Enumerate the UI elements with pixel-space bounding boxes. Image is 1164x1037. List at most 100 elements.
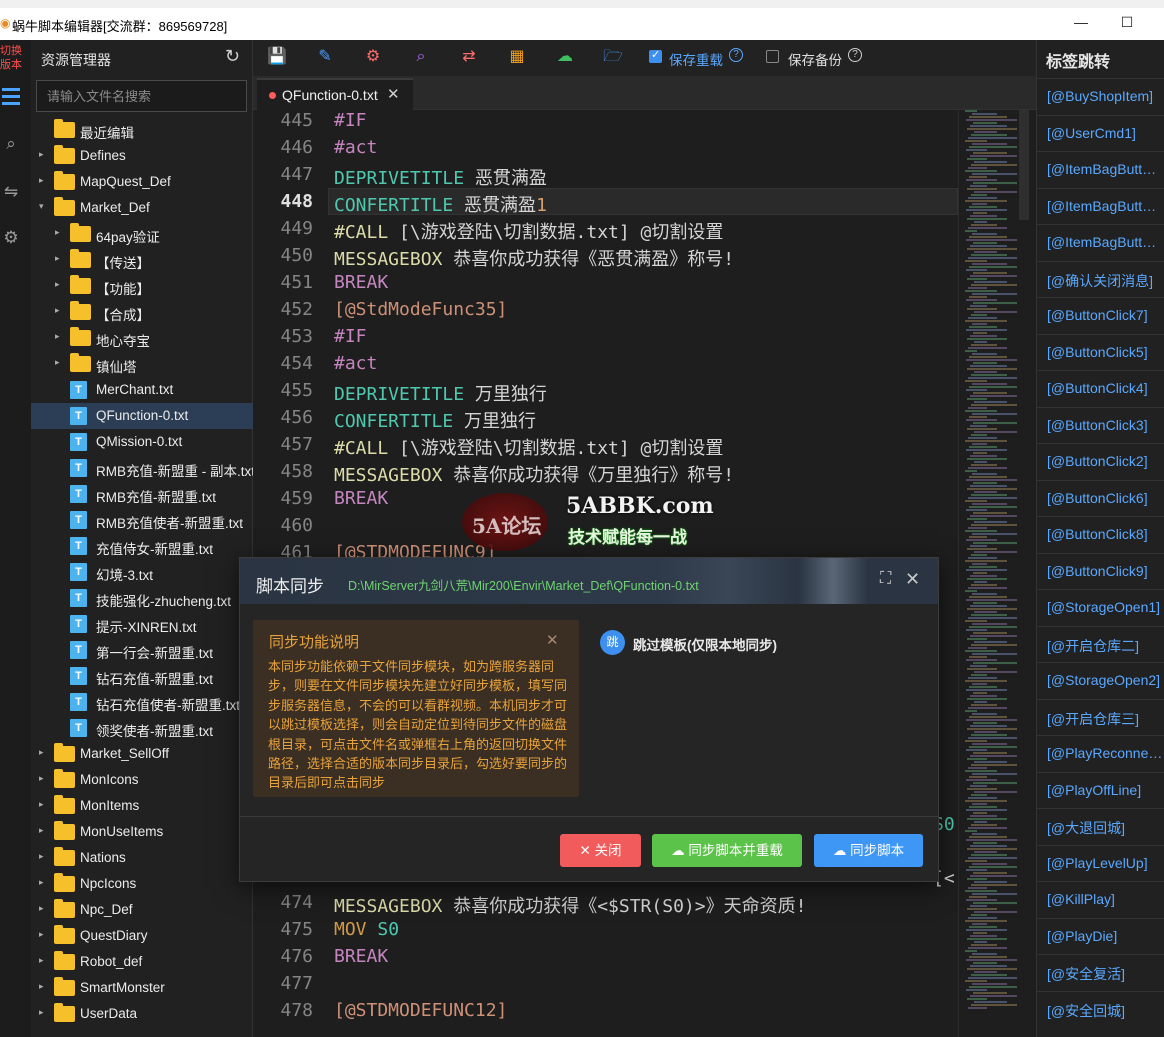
tree-folder[interactable]: ▸ 64pay验证 <box>31 221 253 247</box>
replace-icon[interactable]: ⇄ <box>459 47 479 67</box>
tree-folder[interactable]: ▾ Market_Def <box>31 195 253 221</box>
tag-jump-item[interactable]: [@ButtonClick6] <box>1037 479 1164 517</box>
tag-jump-item[interactable]: [@StorageOpen1] <box>1037 589 1164 626</box>
chevron-right-icon[interactable]: ▸ <box>39 799 49 810</box>
tag-jump-item[interactable]: [@ButtonClick2] <box>1037 443 1164 480</box>
notice-close-icon[interactable]: ✕ <box>546 631 559 649</box>
switch-version-button[interactable]: 切换版本 <box>0 44 24 72</box>
tree-folder[interactable]: ▸ NpcIcons <box>31 871 253 897</box>
chevron-right-icon[interactable]: ▸ <box>39 149 49 160</box>
tree-file[interactable]: T QFunction-0.txt <box>31 403 253 429</box>
tree-folder[interactable]: ▸ UserData <box>31 1001 253 1027</box>
tag-jump-item[interactable]: [@开启仓库三] <box>1037 698 1164 736</box>
tree-folder[interactable]: ▸ Npc_Def <box>31 897 253 923</box>
tree-file[interactable]: T 钻石充值-新盟重.txt <box>31 663 253 689</box>
tree-file[interactable]: T RMB充值使者-新盟重.txt <box>31 507 253 533</box>
help-icon[interactable]: ? <box>848 48 862 62</box>
tag-jump-item[interactable]: [@PlayDie] <box>1037 917 1164 955</box>
code-line[interactable]: #act <box>334 137 377 158</box>
chevron-right-icon[interactable]: ▸ <box>39 825 49 836</box>
chevron-right-icon[interactable]: ▸ <box>55 279 65 290</box>
tag-jump-item[interactable]: [@UserCmd1] <box>1037 114 1164 152</box>
sync-and-reload-button[interactable]: ☁ 同步脚本并重载 <box>652 834 802 867</box>
tag-jump-item[interactable]: [@ButtonClick9] <box>1037 552 1164 590</box>
chevron-right-icon[interactable]: ▸ <box>55 305 65 316</box>
tree-folder[interactable]: ▸ Defines <box>31 143 253 169</box>
chevron-right-icon[interactable]: ▸ <box>39 747 49 758</box>
tree-folder[interactable]: ▸ 【传送】 <box>31 247 253 273</box>
save-reload-label[interactable]: 保存重载 <box>669 49 723 69</box>
refresh-icon[interactable]: ↻ <box>225 46 240 67</box>
save-reload-checkbox[interactable]: ✓ <box>649 49 662 63</box>
code-line[interactable]: MESSAGEBOX 恭喜你成功获得《万里独行》称号! <box>334 461 734 487</box>
code-line[interactable]: #IF <box>334 110 367 131</box>
code-line[interactable]: [@StdModeFunc35] <box>334 299 507 320</box>
code-line[interactable]: #IF <box>334 326 367 347</box>
tree-folder[interactable]: ▸ Robot_def <box>31 949 253 975</box>
chevron-right-icon[interactable]: ▸ <box>39 903 49 914</box>
maximize-button[interactable]: ☐ <box>1112 10 1142 34</box>
file-settings-icon[interactable]: ⚙ <box>363 47 383 67</box>
code-line[interactable]: DEPRIVETITLE 万里独行 <box>334 380 547 406</box>
tree-file[interactable]: T 钻石充值使者-新盟重.txt <box>31 689 253 715</box>
cloud-upload-icon[interactable]: ☁ <box>555 47 575 67</box>
code-line[interactable]: [@STDMODEFUNC12] <box>334 1000 507 1021</box>
tree-file[interactable]: T RMB充值-新盟重.txt <box>31 481 253 507</box>
code-line[interactable]: MESSAGEBOX 恭喜你成功获得《<$STR(S0)>》天命资质! <box>334 892 806 918</box>
tag-jump-item[interactable]: [@KillPlay] <box>1037 881 1164 918</box>
edit-file-icon[interactable]: ✎ <box>315 47 335 67</box>
help-icon[interactable]: ? <box>729 48 743 62</box>
tag-jump-item[interactable]: [@大退回城] <box>1037 808 1164 845</box>
tag-jump-item[interactable]: [@StorageOpen2] <box>1037 662 1164 699</box>
code-line[interactable]: BREAK <box>334 488 388 509</box>
tree-file[interactable]: T MerChant.txt <box>31 377 253 403</box>
tree-folder[interactable]: ▸ Nations <box>31 845 253 871</box>
tree-folder[interactable]: ▸ 地心夺宝 <box>31 325 253 351</box>
qrcode-icon[interactable]: ▦ <box>507 47 527 67</box>
chevron-right-icon[interactable]: ▸ <box>39 981 49 992</box>
tag-jump-item[interactable]: [@ButtonClick7] <box>1037 297 1164 334</box>
save-icon[interactable]: 💾 <box>267 47 287 67</box>
chevron-right-icon[interactable]: ▸ <box>39 851 49 862</box>
minimap-slider[interactable] <box>1019 110 1029 220</box>
tag-jump-item[interactable]: [@ButtonClick4] <box>1037 370 1164 407</box>
chevron-right-icon[interactable]: ▸ <box>39 175 49 186</box>
tag-jump-item[interactable]: [@PlayLevelUp] <box>1037 844 1164 882</box>
tag-jump-item[interactable]: [@ButtonClick5] <box>1037 333 1164 371</box>
tag-jump-item[interactable]: [@ItemBagButton2] <box>1037 187 1164 225</box>
tree-folder[interactable]: ▸ MonUseItems <box>31 819 253 845</box>
tab-close-icon[interactable]: ✕ <box>387 85 400 103</box>
tree-folder[interactable]: ▸ QuestDiary <box>31 923 253 949</box>
tag-jump-item[interactable]: [@安全回城] <box>1037 990 1164 1028</box>
tag-jump-item[interactable]: [@PlayOffLine] <box>1037 771 1164 809</box>
save-backup-checkbox[interactable] <box>766 50 779 63</box>
chevron-down-icon[interactable]: ▾ <box>39 201 49 212</box>
tree-folder[interactable]: ▸ Market_SellOff <box>31 741 253 767</box>
file-search-input[interactable] <box>36 80 247 112</box>
tree-file[interactable]: T 充值侍女-新盟重.txt <box>31 533 253 559</box>
explorer-icon[interactable] <box>0 82 31 118</box>
tree-folder[interactable]: ▸ MonItems <box>31 793 253 819</box>
tree-folder[interactable]: ▸ 镇仙塔 <box>31 351 253 377</box>
tree-folder[interactable]: ▸ MonIcons <box>31 767 253 793</box>
code-line[interactable]: BREAK <box>334 272 388 293</box>
tree-file[interactable]: T 第一行会-新盟重.txt <box>31 637 253 663</box>
code-line[interactable]: MOV S0 <box>334 919 399 940</box>
chevron-right-icon[interactable]: ▸ <box>55 331 65 342</box>
dialog-file-path[interactable]: D:\MirServer九剑八荒\Mir200\Envir\Market_Def… <box>348 575 699 594</box>
chevron-right-icon[interactable]: ▸ <box>55 227 65 238</box>
expand-icon[interactable]: ⛶ <box>880 570 891 588</box>
folder-open-icon[interactable]: 🗁 <box>603 47 623 67</box>
tab-qfunction[interactable]: QFunction-0.txt ✕ <box>257 78 413 110</box>
tree-folder[interactable]: 最近编辑 <box>31 117 253 143</box>
tag-jump-item[interactable]: [@确认关闭消息] <box>1037 260 1164 298</box>
chevron-right-icon[interactable]: ▸ <box>39 929 49 940</box>
tree-file[interactable]: T 提示-XINREN.txt <box>31 611 253 637</box>
tree-folder[interactable]: ▸ SmartMonster <box>31 975 253 1001</box>
settings-icon[interactable]: ⚙ <box>0 228 22 248</box>
tree-folder[interactable]: ▸ 【合成】 <box>31 299 253 325</box>
code-line[interactable]: #CALL [\游戏登陆\切割数据.txt] @切割设置 <box>334 434 723 460</box>
tree-folder[interactable]: ▸ 【功能】 <box>31 273 253 299</box>
code-line[interactable]: DEPRIVETITLE 恶贯满盈 <box>334 164 547 190</box>
code-line[interactable]: BREAK <box>334 946 388 967</box>
